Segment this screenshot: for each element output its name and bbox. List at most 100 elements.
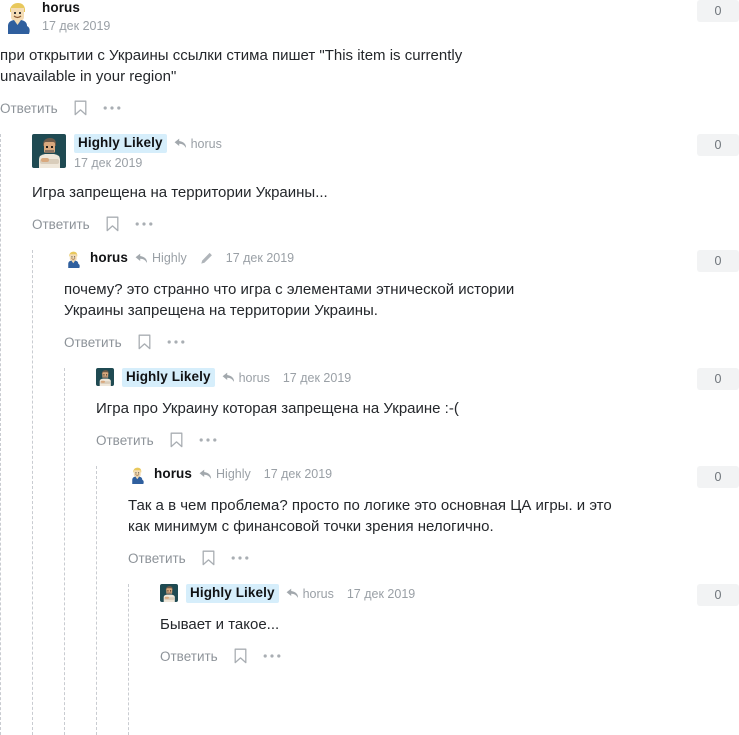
comment-meta-primary: Highly Likely horus 17 дек 2019 (122, 368, 351, 387)
comment-content: 0 horus Highly 17 дек 2019 почему? это стран… (64, 250, 739, 350)
comment-score-badge[interactable]: 0 (697, 250, 739, 272)
comment-replies: 0 Highly Likely horus 17 дек 2019 Игра запре… (0, 134, 739, 735)
comment: 0 Highly Likely horus 17 дек 2019 Игра запре… (0, 134, 739, 735)
comment-thread: 0 horus 17 дек 2019 при открытии с Украины … (0, 0, 739, 735)
reply-button[interactable]: Ответить (32, 217, 90, 232)
reply-arrow-icon (286, 588, 299, 599)
reply-to-link[interactable]: horus (222, 370, 270, 386)
bookmark-icon[interactable] (170, 432, 183, 448)
bookmark-icon[interactable] (74, 100, 87, 116)
comment-meta: horus Highly 17 дек 2019 (90, 250, 294, 266)
ellipsis-icon[interactable] (167, 339, 185, 345)
reply-arrow-icon (174, 138, 187, 149)
reply-to-link[interactable]: Highly (199, 466, 251, 482)
reply-to-link[interactable]: horus (286, 586, 334, 602)
comment-score-badge[interactable]: 0 (697, 134, 739, 156)
comment-actions: Ответить (128, 550, 739, 566)
reply-button[interactable]: Ответить (0, 101, 58, 116)
reply-to-name: horus (190, 136, 222, 151)
comment-meta-primary: horus Highly 17 дек 2019 (90, 250, 294, 266)
comment-meta: Highly Likely horus 17 дек 2019 (122, 368, 351, 387)
comment-meta: horus Highly 17 дек 2019 (154, 466, 332, 482)
comment-date: 17 дек 2019 (74, 156, 143, 170)
comment: 0 Highly Likely horus 17 дек 2019 Игра про У… (64, 368, 739, 735)
ellipsis-icon[interactable] (103, 105, 121, 111)
ellipsis-icon[interactable] (199, 437, 217, 443)
vaultboy-avatar[interactable] (0, 0, 34, 34)
ellipsis-icon[interactable] (231, 555, 249, 561)
reply-to-name: horus (302, 586, 334, 601)
comment-content: 0 Highly Likely horus 17 дек 2019 Игра про У… (96, 368, 739, 448)
comment-text: Игра запрещена на территории Украины... (32, 184, 328, 201)
comment-author-name[interactable]: Highly Likely (122, 368, 215, 387)
comment-meta-secondary: 17 дек 2019 (74, 155, 222, 171)
comment-content: 0 horus Highly 17 дек 2019 Так а в чем пробл… (128, 466, 739, 566)
comment-text: Бывает и такое... (160, 616, 280, 633)
comment-score-badge[interactable]: 0 (697, 584, 739, 606)
comment-meta-primary: horus Highly 17 дек 2019 (154, 466, 332, 482)
comment-date: 17 дек 2019 (346, 586, 416, 601)
comment-meta: Highly Likely horus 17 дек 2019 (186, 584, 415, 603)
comment-meta-secondary: 17 дек 2019 (42, 18, 110, 34)
comment-score-badge[interactable]: 0 (697, 0, 739, 22)
pencil-icon[interactable] (200, 252, 213, 265)
comment-author-name[interactable]: Highly Likely (186, 584, 279, 603)
reply-button[interactable]: Ответить (160, 649, 218, 664)
comment-date: 17 дек 2019 (282, 370, 352, 385)
comment: 0 horus Highly 17 дек 2019 Так а в чем пробл… (96, 466, 739, 735)
pixelman-avatar[interactable] (32, 134, 66, 168)
comment-author-name[interactable]: horus (90, 250, 128, 266)
comment-text: Игра про Украину которая запрещена на Ук… (96, 400, 459, 417)
comment-text: почему? это странно что игра с элементам… (64, 281, 515, 319)
comment-meta-primary: Highly Likely horus 17 дек 2019 (186, 584, 415, 603)
comment-meta-primary: horus (42, 0, 110, 16)
ellipsis-icon[interactable] (263, 653, 281, 659)
comment: 0 horus 17 дек 2019 при открытии с Украины … (0, 0, 739, 735)
comment-header: horus Highly 17 дек 2019 (128, 466, 739, 484)
ellipsis-icon[interactable] (135, 221, 153, 227)
comment-header: Highly Likely horus 17 дек 2019 (32, 134, 739, 171)
comment-actions: Ответить (160, 648, 739, 664)
reply-arrow-icon (222, 372, 235, 383)
comment-content: 0 horus 17 дек 2019 при открытии с Украины … (0, 0, 739, 116)
reply-to-name: Highly (216, 467, 251, 481)
comment-actions: Ответить (96, 432, 739, 448)
reply-button[interactable]: Ответить (64, 335, 122, 350)
pixelman-avatar[interactable] (96, 368, 114, 386)
reply-button[interactable]: Ответить (128, 551, 186, 566)
comment-date: 17 дек 2019 (42, 19, 111, 33)
comment-header: Highly Likely horus 17 дек 2019 (160, 584, 739, 603)
bookmark-icon[interactable] (234, 648, 247, 664)
bookmark-icon[interactable] (202, 550, 215, 566)
comment-author-name[interactable]: horus (154, 466, 192, 482)
comment-author-name[interactable]: Highly Likely (74, 134, 167, 153)
comment-date: 17 дек 2019 (263, 467, 333, 481)
comment-meta-primary: Highly Likely horus (74, 134, 222, 153)
bookmark-icon[interactable] (106, 216, 119, 232)
comment-actions: Ответить (64, 334, 739, 350)
pixelman-avatar[interactable] (160, 584, 178, 602)
reply-to-link[interactable]: Highly (135, 250, 187, 266)
comment-author-name[interactable]: horus (42, 0, 80, 16)
reply-to-name: Highly (152, 251, 187, 265)
comment-content: 0 Highly Likely horus 17 дек 2019 Игра запре… (32, 134, 739, 232)
vaultboy-avatar[interactable] (64, 250, 82, 268)
comment-meta: horus 17 дек 2019 (42, 0, 110, 34)
comment: 0 horus Highly 17 дек 2019 почему? это стран… (32, 250, 739, 735)
bookmark-icon[interactable] (138, 334, 151, 350)
reply-to-name: horus (238, 370, 270, 385)
comment-header: horus Highly 17 дек 2019 (64, 250, 739, 268)
comment-header: Highly Likely horus 17 дек 2019 (96, 368, 739, 387)
comment-meta: Highly Likely horus 17 дек 2019 (74, 134, 222, 171)
reply-arrow-icon (135, 253, 148, 264)
comment-content: 0 Highly Likely horus 17 дек 2019 Бывает и т… (160, 584, 739, 664)
comment-replies: 0 horus Highly 17 дек 2019 почему? это стран… (32, 250, 739, 735)
reply-to-link[interactable]: horus (174, 136, 222, 152)
comment-score-badge[interactable]: 0 (697, 368, 739, 390)
reply-button[interactable]: Ответить (96, 433, 154, 448)
comment-text: Так а в чем проблема? просто по логике э… (128, 497, 612, 535)
comment-text: при открытии с Украины ссылки стима пише… (0, 47, 463, 85)
vaultboy-avatar[interactable] (128, 466, 146, 484)
comment-score-badge[interactable]: 0 (697, 466, 739, 488)
comment-header: horus 17 дек 2019 (0, 0, 739, 34)
